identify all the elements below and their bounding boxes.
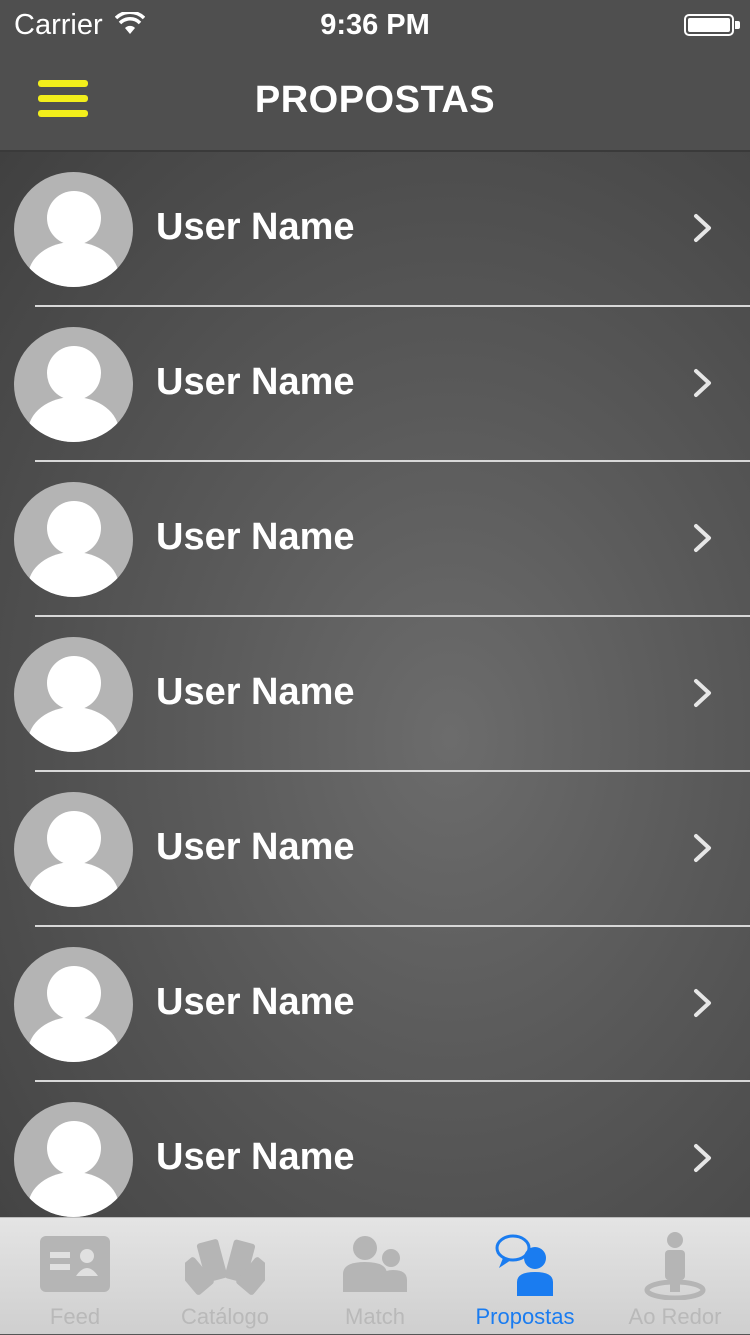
page-title: PROPOSTAS [254, 79, 496, 121]
list-item[interactable]: User Name [0, 307, 750, 462]
tab-label: Match [345, 1304, 405, 1329]
tab-match[interactable]: Match [300, 1218, 450, 1335]
feed-card-icon [40, 1236, 110, 1292]
list-item[interactable]: User Name [0, 1082, 750, 1217]
list-item[interactable]: User Name [0, 152, 750, 307]
tab-label: Feed [49, 1304, 101, 1329]
navigation-bar: PROPOSTAS [0, 52, 750, 152]
avatar [14, 172, 133, 287]
tab-feed[interactable]: Feed [0, 1218, 150, 1335]
chevron-right-icon [694, 834, 711, 862]
list-item[interactable]: User Name [0, 462, 750, 617]
chevron-right-icon [694, 214, 711, 242]
avatar [14, 792, 133, 907]
status-time: 9:36 PM [320, 9, 430, 41]
tab-ao-redor[interactable]: Ao Redor [600, 1218, 750, 1335]
user-name: User Name [156, 516, 355, 558]
avatar [14, 637, 133, 752]
status-bar: Carrier 9:36 PM [0, 0, 750, 52]
user-name: User Name [156, 1136, 355, 1178]
chevron-right-icon [694, 679, 711, 707]
avatar [14, 482, 133, 597]
user-name: User Name [156, 206, 355, 248]
tab-catalogo[interactable]: Catálogo [150, 1218, 300, 1335]
list-item[interactable]: User Name [0, 927, 750, 1082]
chevron-right-icon [694, 369, 711, 397]
chevron-right-icon [694, 1144, 711, 1172]
battery-icon [684, 14, 734, 36]
list-item[interactable]: User Name [0, 772, 750, 927]
avatar [14, 1102, 133, 1217]
avatar [14, 947, 133, 1062]
match-people-icon [343, 1236, 407, 1292]
battery-tip [735, 21, 740, 29]
user-name: User Name [156, 826, 355, 868]
proposals-list[interactable]: User Name User Name User Name User Name User… [0, 152, 750, 1217]
chevron-right-icon [694, 524, 711, 552]
avatar [14, 327, 133, 442]
chevron-right-icon [694, 989, 711, 1017]
nearby-location-icon [644, 1232, 706, 1300]
user-name: User Name [156, 671, 355, 713]
tab-label: Ao Redor [628, 1304, 722, 1329]
tab-propostas[interactable]: Propostas [450, 1218, 600, 1335]
catalog-fan-icon [185, 1239, 265, 1295]
list-item[interactable]: User Name [0, 617, 750, 772]
tab-bar: Feed Catálogo Match Propostas Ao Redor [0, 1217, 750, 1334]
proposals-chat-icon [495, 1234, 553, 1296]
user-name: User Name [156, 981, 355, 1023]
user-name: User Name [156, 361, 355, 403]
tab-label: Catálogo [180, 1304, 270, 1329]
tab-label: Propostas [475, 1304, 575, 1329]
